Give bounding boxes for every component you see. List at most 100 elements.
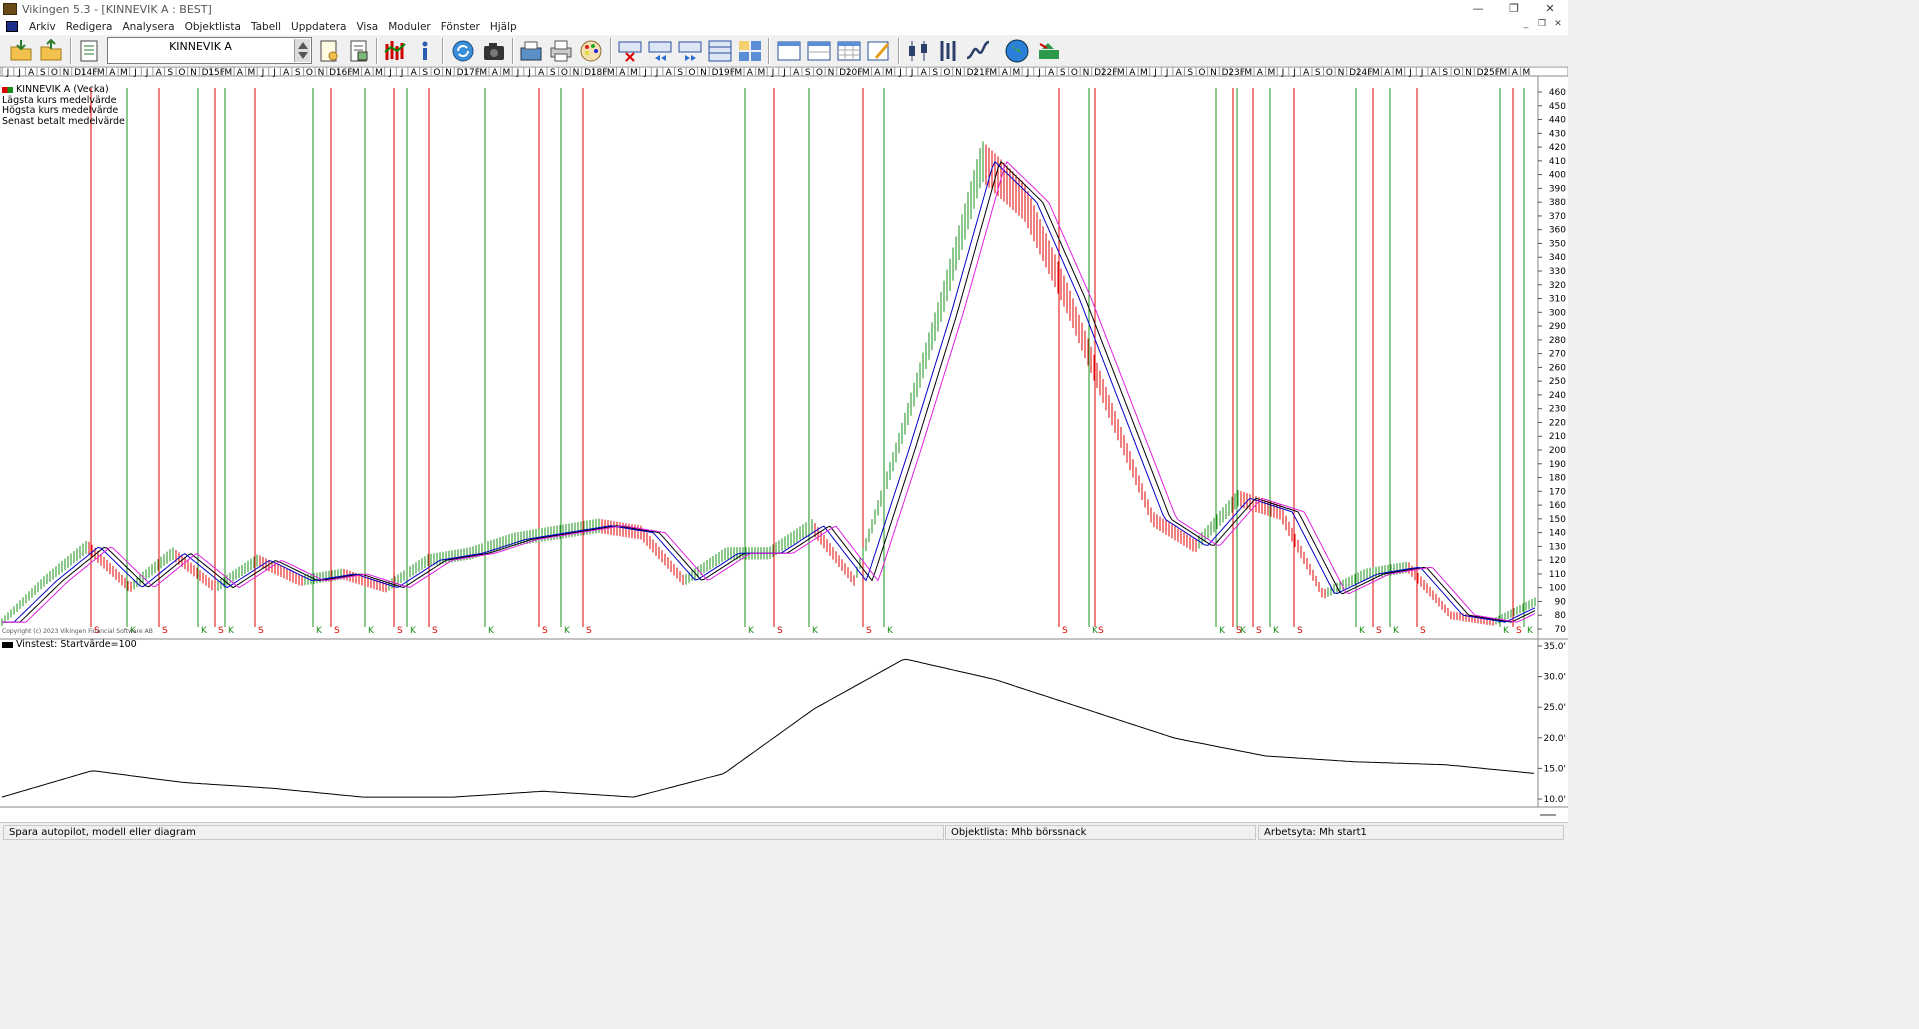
month-label: N — [700, 68, 707, 78]
month-label: M — [1499, 68, 1507, 78]
window-title: Vikingen 5.3 - [KINNEVIK A : BEST] — [22, 2, 212, 16]
month-label: N — [445, 68, 452, 78]
month-label: N — [318, 68, 325, 78]
menu-analysera[interactable]: Analysera — [117, 21, 179, 33]
price-tick-label: 90 — [1555, 597, 1567, 607]
month-label: J — [771, 68, 775, 78]
price-tick-label: 310 — [1549, 295, 1566, 305]
calendar-month-icon[interactable] — [806, 38, 832, 64]
price-tick-label: 420 — [1549, 143, 1566, 153]
month-label: N — [573, 68, 580, 78]
month-label: M — [630, 68, 638, 78]
bar-chart-icon[interactable] — [935, 38, 961, 64]
month-label: A — [1002, 68, 1009, 78]
signal-label: S — [1420, 626, 1426, 636]
fax-icon[interactable] — [518, 38, 544, 64]
price-tick-label: 460 — [1549, 88, 1566, 98]
menu-moduler[interactable]: Moduler — [383, 21, 436, 33]
calendar-week-icon[interactable] — [776, 38, 802, 64]
month-label: J — [6, 68, 10, 78]
camera-icon[interactable] — [481, 38, 507, 64]
vinstest-legend: Vinstest: Startvärde=100 — [2, 639, 137, 651]
price-tick-label: 190 — [1549, 460, 1566, 470]
month-label: J — [17, 68, 21, 78]
month-label: J — [145, 68, 149, 78]
edit-list-icon[interactable] — [316, 38, 342, 64]
price-tick-label: 110 — [1549, 570, 1566, 580]
window-layout-icon[interactable] — [707, 38, 733, 64]
object-list-icon[interactable] — [76, 38, 102, 64]
price-tick-label: 160 — [1549, 501, 1566, 511]
mdi-document-icon[interactable] — [6, 21, 18, 32]
price-chart[interactable]: J J A S O N D 14F M A M J J A S O N D 15F M A M J J A S O N D 16F M A M J… — [0, 66, 1569, 822]
delete-chart-icon[interactable] — [617, 38, 643, 64]
trading-icon[interactable] — [1036, 38, 1062, 64]
month-label: A — [156, 68, 163, 78]
scroll-forward-icon[interactable] — [677, 38, 703, 64]
month-label: M — [1013, 68, 1021, 78]
month-label: J — [1281, 68, 1285, 78]
minimize-button[interactable]: — — [1460, 0, 1496, 18]
signal-label: S — [162, 626, 168, 636]
month-label: S — [422, 68, 428, 78]
month-label: S — [1187, 68, 1193, 78]
price-tick-label: 260 — [1549, 363, 1566, 373]
close-button[interactable]: ✕ — [1532, 0, 1568, 18]
price-tick-label: 340 — [1549, 253, 1566, 263]
month-label: O — [51, 68, 58, 78]
refresh-icon[interactable] — [450, 38, 476, 64]
signal-label: S — [397, 626, 403, 636]
month-label: M — [248, 68, 256, 78]
calendar-year-icon[interactable] — [836, 38, 862, 64]
month-label: A — [921, 68, 928, 78]
month-label: A — [1048, 68, 1055, 78]
signal-label: S — [1516, 626, 1522, 636]
globe-icon[interactable] — [1004, 38, 1030, 64]
legend-high-ma: Högsta kurs medelvärde — [2, 105, 119, 116]
save-folder-icon[interactable] — [38, 38, 64, 64]
menu-visa[interactable]: Visa — [351, 21, 383, 33]
signal-label: S — [1297, 626, 1303, 636]
menu-uppdatera[interactable]: Uppdatera — [286, 21, 351, 33]
menu-redigera[interactable]: Redigera — [61, 21, 118, 33]
mdi-restore-button[interactable]: ❐ — [1536, 18, 1548, 30]
price-tick-label: 130 — [1549, 542, 1566, 552]
menu-tabell[interactable]: Tabell — [246, 21, 286, 33]
scroll-back-icon[interactable] — [647, 38, 673, 64]
color-palette-icon[interactable] — [578, 38, 604, 64]
price-tick-label: 290 — [1549, 322, 1566, 332]
menu-arkiv[interactable]: Arkiv — [24, 21, 61, 33]
month-label: J — [1037, 68, 1041, 78]
copyright-text: Copyright (c) 2023 Vikingen Financial So… — [2, 628, 153, 635]
instrument-select[interactable]: KINNEVIK A — [107, 37, 312, 64]
month-label: J — [261, 68, 265, 78]
price-tick-label: 440 — [1549, 116, 1566, 126]
menu-fonster[interactable]: Fönster — [436, 21, 485, 33]
open-folder-icon[interactable] — [8, 38, 34, 64]
maximize-button[interactable]: ❐ — [1496, 0, 1532, 18]
tile-windows-icon[interactable] — [737, 38, 763, 64]
menu-hjalp[interactable]: Hjälp — [485, 21, 522, 33]
mdi-close-button[interactable]: ✕ — [1552, 18, 1564, 30]
mdi-minimize-button[interactable]: _ — [1520, 18, 1532, 30]
chart-area[interactable]: J J A S O N D 14F M A M J J A S O N D 15F M A M J J A S O N D 16F M A M J… — [0, 66, 1569, 822]
month-label: O — [688, 68, 695, 78]
print-icon[interactable] — [548, 38, 574, 64]
vinstest-tick-label: 15.0' — [1543, 764, 1566, 774]
month-label: O — [178, 68, 185, 78]
signal-label: S — [218, 626, 224, 636]
info-icon[interactable] — [412, 38, 438, 64]
edit-calendar-icon[interactable] — [866, 38, 892, 64]
candle-chart-icon[interactable] — [382, 38, 408, 64]
report-icon[interactable] — [346, 38, 372, 64]
month-label: J — [643, 68, 647, 78]
month-label: A — [1257, 68, 1264, 78]
menu-objektlista[interactable]: Objektlista — [180, 21, 246, 33]
month-label: J — [133, 68, 137, 78]
candlestick-icon[interactable] — [905, 38, 931, 64]
month-label: M — [352, 68, 360, 78]
line-chart-icon[interactable] — [965, 38, 991, 64]
price-tick-label: 300 — [1549, 308, 1566, 318]
month-label: J — [910, 68, 914, 78]
instrument-spinner[interactable] — [294, 39, 310, 62]
